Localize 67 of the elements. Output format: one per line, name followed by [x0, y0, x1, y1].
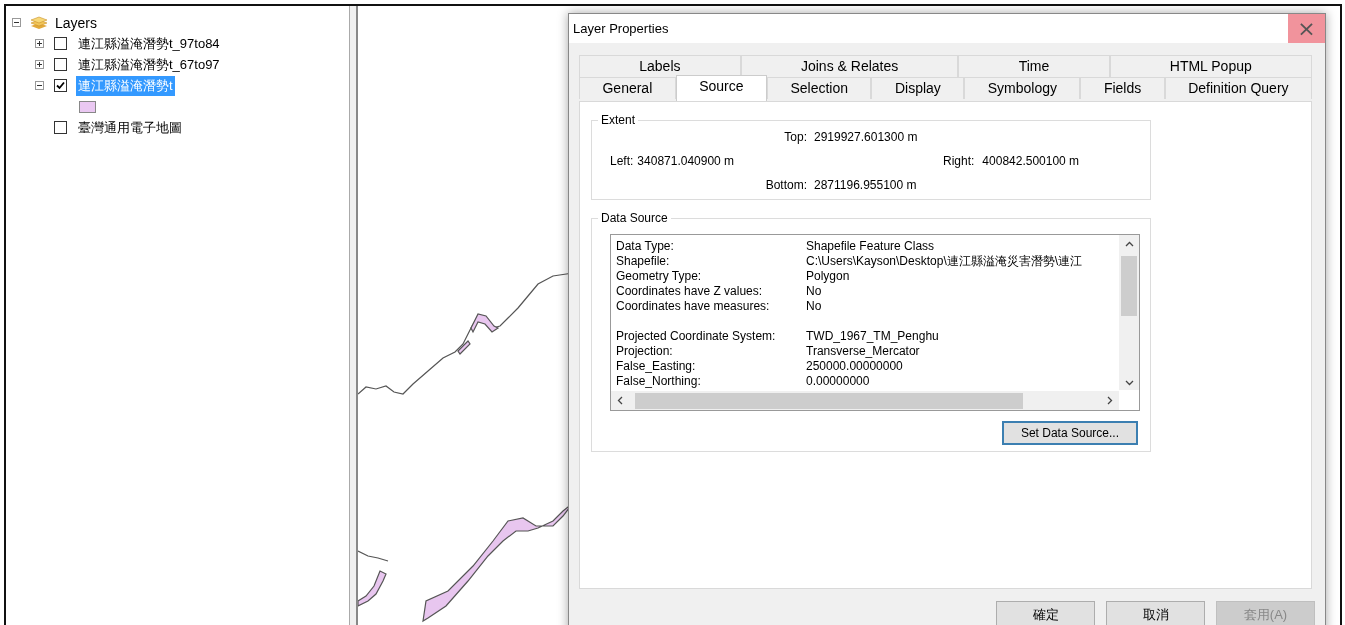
scroll-thumb[interactable] [1121, 256, 1137, 316]
checkbox[interactable] [54, 121, 67, 134]
property-value: Polygon [806, 269, 850, 284]
legend-swatch [79, 100, 96, 113]
tree-toggle[interactable] [35, 60, 44, 69]
layer-name[interactable]: 連江縣溢淹潛勢t_67to97 [76, 54, 222, 75]
property-value: Transverse_Mercator [806, 344, 920, 359]
property-label: Coordinates have Z values: [616, 284, 764, 299]
checkbox[interactable] [54, 37, 67, 50]
tab[interactable]: Source [675, 75, 767, 101]
dialog-button[interactable]: 取消 [1106, 601, 1205, 625]
property-label: False_Northing: [616, 374, 702, 389]
property-label: Data Type: [616, 239, 675, 254]
field-label: Top: [783, 130, 807, 144]
property-label: Projection: [616, 344, 674, 359]
panel-splitter[interactable] [349, 6, 358, 625]
tab[interactable]: Labels [579, 55, 741, 77]
scroll-up-icon[interactable] [1124, 241, 1134, 247]
set-data-source-button[interactable]: Set Data Source... [1001, 421, 1138, 445]
checkbox[interactable] [54, 58, 67, 71]
tab[interactable]: Time [958, 55, 1110, 77]
field-value: 2871196.955100 m [814, 178, 918, 192]
tab[interactable]: Display [871, 77, 965, 99]
property-label: False_Easting: [616, 359, 697, 374]
group-title: Extent [598, 113, 639, 127]
vertical-scrollbar[interactable] [1119, 235, 1139, 390]
property-label: Shapefile: [616, 254, 671, 269]
tab[interactable]: Fields [1080, 77, 1165, 99]
field-value: 2919927.601300 m [814, 130, 919, 144]
tab[interactable]: HTML Popup [1109, 55, 1312, 77]
property-value: Shapefile Feature Class [806, 239, 935, 254]
tree-toggle[interactable] [35, 81, 44, 90]
layers-icon [29, 15, 49, 30]
scroll-down-icon[interactable] [1124, 380, 1134, 386]
field-value: 340871.040900 m [637, 154, 735, 168]
tree-toggle[interactable] [35, 39, 44, 48]
property-value: No [806, 284, 822, 299]
tree-label[interactable]: Layers [55, 14, 98, 31]
layer-name[interactable]: 臺灣通用電子地圖 [76, 117, 184, 138]
property-value: C:\Users\Kayson\Desktop\連江縣溢淹災害潛勢\連江 [806, 254, 1083, 269]
scroll-thumb[interactable] [635, 392, 1023, 409]
property-label: Geometry Type: [616, 269, 703, 284]
tab[interactable]: Joins & Relates [740, 55, 959, 77]
field-label: Bottom: [764, 178, 807, 192]
scroll-right-icon[interactable] [1107, 396, 1113, 405]
tab[interactable]: General [579, 77, 676, 99]
property-label: Projected Coordinate System: [616, 329, 777, 344]
property-value: No [806, 299, 822, 314]
property-value: 250000.00000000 [806, 359, 903, 374]
dialog-button[interactable]: 確定 [996, 601, 1095, 625]
field-label: Left: [610, 154, 634, 168]
tab[interactable]: Selection [767, 77, 872, 99]
tab[interactable]: Symbology [964, 77, 1081, 99]
scroll-left-icon[interactable] [617, 396, 623, 405]
window-title: Layer Properties [572, 21, 669, 36]
group-title: Data Source [598, 211, 671, 225]
dialog-button: 套用(A) [1216, 601, 1315, 625]
field-value: 400842.500100 m [982, 154, 1080, 168]
layer-name[interactable]: 連江縣溢淹潛勢t_97to84 [76, 33, 222, 54]
tree-toggle[interactable] [12, 18, 21, 27]
tab[interactable]: Definition Query [1164, 77, 1313, 99]
field-label: Right: [943, 154, 975, 168]
property-value: TWD_1967_TM_Penghu [806, 329, 939, 344]
checkbox[interactable] [54, 79, 67, 92]
horizontal-scrollbar[interactable] [611, 391, 1119, 410]
property-label: Coordinates have measures: [616, 299, 771, 314]
property-value: 0.00000000 [806, 374, 870, 389]
